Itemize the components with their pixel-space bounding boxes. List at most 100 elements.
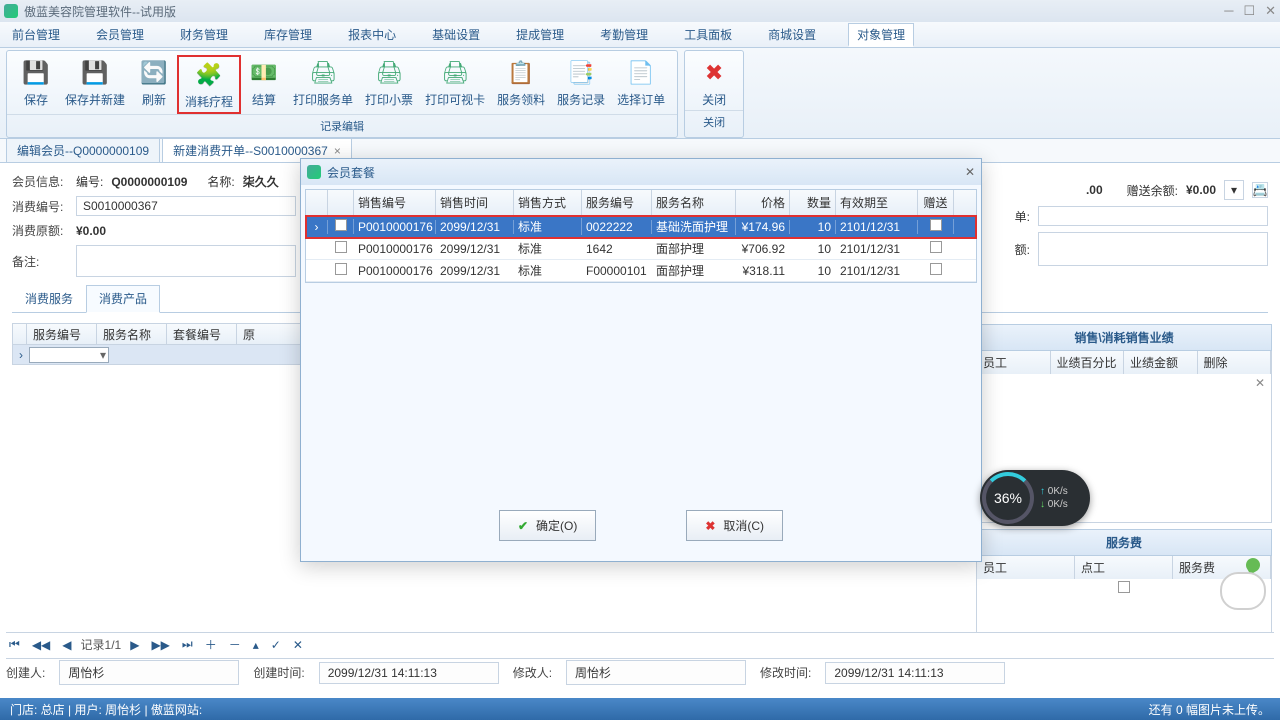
menu-6[interactable]: 提成管理: [512, 24, 568, 45]
nav-first[interactable]: ⏮: [6, 637, 23, 652]
toolbar: 💾保存💾保存并新建🔄刷新🧩消耗疗程💵结算🖨打印服务单🖨打印小票🖨打印可视卡📋服务…: [0, 48, 1280, 139]
close-window-icon[interactable]: ✕: [1265, 3, 1276, 19]
modifier-value: 周怡杉: [566, 660, 746, 685]
service-claim-button[interactable]: 📋服务领料: [491, 55, 551, 114]
consume-no-label: 消费编号:: [12, 198, 68, 215]
cancel-button[interactable]: ✖取消(C): [686, 510, 783, 541]
sales-col[interactable]: 业绩百分比: [1051, 351, 1125, 374]
save-new-button[interactable]: 💾保存并新建: [59, 55, 131, 114]
menu-8[interactable]: 工具面板: [680, 24, 736, 45]
grid-col[interactable]: 服务编号: [27, 324, 97, 344]
status-left: 门店: 总店 | 用户: 周怡杉 | 傲蓝网站:: [10, 701, 202, 718]
print-card-button[interactable]: 🖨打印可视卡: [419, 55, 491, 114]
menu-2[interactable]: 财务管理: [176, 24, 232, 45]
row-checkbox[interactable]: [335, 241, 347, 253]
gift-checkbox[interactable]: [930, 219, 942, 231]
fee-col[interactable]: 员工: [977, 556, 1075, 579]
mgrid-col[interactable]: 销售编号: [354, 190, 436, 215]
minimize-icon[interactable]: ─: [1224, 3, 1233, 19]
menu-1[interactable]: 会员管理: [92, 24, 148, 45]
settle-icon: 💵: [248, 57, 280, 89]
dialog-titlebar: 会员套餐 ✕: [301, 159, 981, 185]
row-checkbox[interactable]: [335, 219, 347, 231]
fee-col[interactable]: 点工: [1075, 556, 1173, 579]
save-new-icon: 💾: [79, 57, 111, 89]
menu-9[interactable]: 商城设置: [764, 24, 820, 45]
close-button[interactable]: ✖关闭: [691, 55, 737, 110]
doc-tab-0[interactable]: 编辑会员--Q0000000109: [6, 138, 160, 162]
grid-col[interactable]: 服务名称: [97, 324, 167, 344]
ok-button[interactable]: ✔确定(O): [499, 510, 596, 541]
remark-input[interactable]: [76, 245, 296, 277]
nav-add[interactable]: ＋: [202, 636, 220, 653]
nav-remove[interactable]: －: [226, 636, 244, 653]
sub-tab-0[interactable]: 消费服务: [12, 285, 86, 312]
menu-5[interactable]: 基础设置: [428, 24, 484, 45]
mgrid-col[interactable]: 销售方式: [514, 190, 582, 215]
mgrid-col[interactable]: 数量: [790, 190, 836, 215]
save-button[interactable]: 💾保存: [13, 55, 59, 114]
service-record-button[interactable]: 📑服务记录: [551, 55, 611, 114]
settle-button[interactable]: 💵结算: [241, 55, 287, 114]
service-grid-row[interactable]: › ▾: [12, 345, 312, 365]
gift-lookup-button[interactable]: ▾: [1224, 180, 1244, 200]
menu-7[interactable]: 考勤管理: [596, 24, 652, 45]
nav-next[interactable]: ▶: [127, 638, 142, 652]
consume-no-input[interactable]: S0010000367: [76, 196, 296, 216]
status-right: 还有 0 幅图片未上传。: [1149, 701, 1270, 718]
package-grid: 销售编号销售时间销售方式服务编号服务名称价格数量有效期至赠送 ›P0010000…: [305, 189, 977, 283]
gift-balance: ¥0.00: [1186, 183, 1216, 197]
mgrid-col[interactable]: 服务名称: [652, 190, 736, 215]
menu-0[interactable]: 前台管理: [8, 24, 64, 45]
lookup-icon[interactable]: 📇: [1252, 182, 1268, 198]
select-order-button[interactable]: 📄选择订单: [611, 55, 671, 114]
tab-close-icon[interactable]: ×: [334, 144, 341, 158]
grid-col[interactable]: 套餐编号: [167, 324, 237, 344]
gift-checkbox[interactable]: [930, 241, 942, 253]
mgrid-col[interactable]: 销售时间: [436, 190, 514, 215]
maximize-icon[interactable]: ☐: [1243, 3, 1255, 19]
network-meter-widget[interactable]: 36% ↑ 0K/s ↓ 0K/s: [980, 470, 1090, 526]
gift-checkbox[interactable]: [930, 263, 942, 275]
print-ticket-button[interactable]: 🖨打印小票: [359, 55, 419, 114]
consume-course-button[interactable]: 🧩消耗疗程: [177, 55, 241, 114]
row-checkbox[interactable]: [335, 263, 347, 275]
nav-edit[interactable]: ▴: [250, 638, 262, 652]
nav-next-page[interactable]: ▶▶: [148, 638, 172, 652]
amount2-input[interactable]: [1038, 232, 1268, 266]
mgrid-col[interactable]: 有效期至: [836, 190, 918, 215]
mgrid-col[interactable]: 服务编号: [582, 190, 652, 215]
sales-col[interactable]: 删除: [1198, 351, 1272, 374]
record-navigator: ⏮ ◀◀ ◀ 记录1/1 ▶ ▶▶ ⏭ ＋ － ▴ ✓ ✕: [6, 632, 1274, 656]
unit-input[interactable]: [1038, 206, 1268, 226]
mgrid-col[interactable]: 价格: [736, 190, 790, 215]
grid-col[interactable]: 原: [237, 324, 307, 344]
package-row[interactable]: P00100001762099/12/31标准1642面部护理¥706.9210…: [306, 238, 976, 260]
nav-cancel[interactable]: ✕: [290, 638, 306, 652]
refresh-button[interactable]: 🔄刷新: [131, 55, 177, 114]
menu-3[interactable]: 库存管理: [260, 24, 316, 45]
save-icon: 💾: [20, 57, 52, 89]
sub-tab-1[interactable]: 消费产品: [86, 285, 160, 313]
package-row[interactable]: ›P00100001762099/12/31标准0022222基础洗面护理¥17…: [306, 216, 976, 238]
dialog-close-icon[interactable]: ✕: [965, 165, 975, 179]
creator-value: 周怡杉: [59, 660, 239, 685]
mgrid-col[interactable]: 赠送: [918, 190, 954, 215]
sales-col[interactable]: 业绩金额: [1124, 351, 1198, 374]
mascot-icon[interactable]: [1214, 558, 1272, 610]
delete-row-icon[interactable]: ✕: [1255, 376, 1265, 390]
mtime-label: 修改时间:: [760, 664, 811, 681]
sales-col[interactable]: 员工: [977, 351, 1051, 374]
nav-prev-page[interactable]: ◀◀: [29, 638, 53, 652]
window-controls: ─ ☐ ✕: [1224, 3, 1276, 19]
menu-4[interactable]: 报表中心: [344, 24, 400, 45]
nav-confirm[interactable]: ✓: [268, 638, 284, 652]
print-service-button[interactable]: 🖨打印服务单: [287, 55, 359, 114]
menu-10[interactable]: 对象管理: [848, 23, 914, 47]
creator-label: 创建人:: [6, 664, 45, 681]
package-row[interactable]: P00100001762099/12/31标准F00000101面部护理¥318…: [306, 260, 976, 282]
nav-prev[interactable]: ◀: [59, 638, 74, 652]
nav-last[interactable]: ⏭: [179, 637, 196, 652]
fee-checkbox[interactable]: [1118, 581, 1130, 593]
dialog-title: 会员套餐: [327, 164, 375, 181]
